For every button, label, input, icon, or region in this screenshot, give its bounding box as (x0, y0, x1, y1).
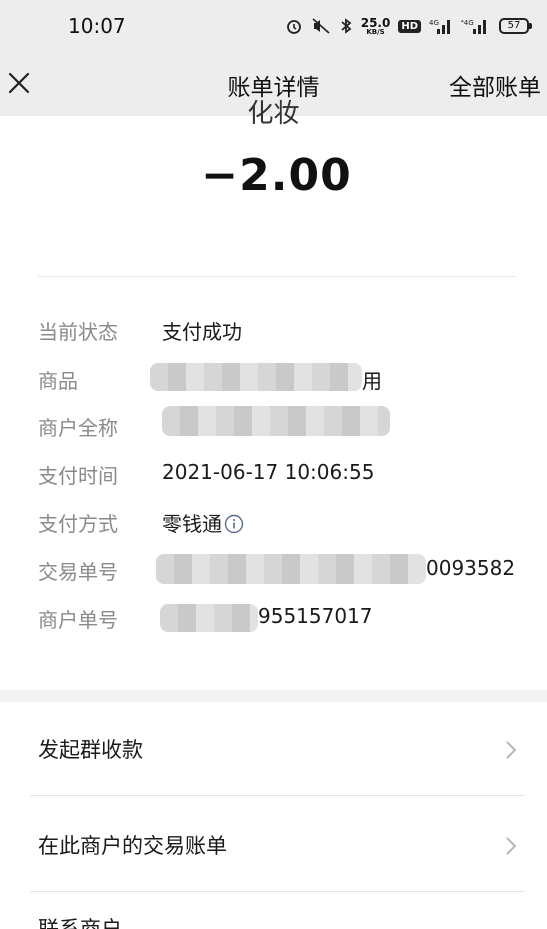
status-icons: 25.0 KB/S HD 4G ⁴4G 57 (285, 14, 532, 38)
list-item-label: 发起群收款 (38, 738, 143, 762)
detail-row-merchant-order-no: 商户单号 955157017 (38, 604, 528, 634)
detail-label: 商户单号 (38, 608, 118, 632)
detail-row-merchant: 商户全称 (38, 406, 528, 442)
chevron-right-icon (506, 741, 517, 759)
detail-row-time: 支付时间 2021-06-17 10:06:55 (38, 460, 528, 490)
detail-label: 交易单号 (38, 560, 118, 584)
hd-badge: HD (398, 19, 421, 33)
payment-method-text: 零钱通 (162, 512, 222, 536)
battery-icon: 57 (499, 18, 532, 34)
mute-vibrate-icon (312, 18, 330, 34)
close-icon[interactable] (6, 70, 32, 96)
detail-value: 零钱通 (162, 508, 244, 537)
signal-4g-icon: 4G (429, 19, 450, 34)
section-divider (0, 690, 547, 702)
detail-row-payment-method: 支付方式 零钱通 (38, 508, 528, 538)
info-icon[interactable] (224, 514, 244, 534)
list-item-group-collect[interactable]: 发起群收款 (30, 702, 525, 796)
amount: −2.00 (201, 150, 352, 201)
detail-value: 用 (362, 369, 382, 393)
detail-row-product: 商品 用 (38, 363, 528, 395)
status-bar: 10:07 25.0 KB/S HD 4G ⁴4G 57 (0, 0, 547, 52)
list-item-merchant-bills[interactable]: 在此商户的交易账单 (30, 798, 525, 892)
redacted-blur (156, 554, 426, 584)
list-item-contact-merchant[interactable]: 联系商户 (38, 916, 122, 929)
detail-label: 商品 (38, 369, 78, 393)
detail-value: 支付成功 (162, 320, 242, 344)
signal-4g-icon: ⁴4G (461, 19, 486, 34)
list-item-label: 在此商户的交易账单 (38, 834, 227, 858)
detail-label: 支付方式 (38, 512, 118, 536)
detail-row-status: 当前状态 支付成功 (38, 316, 528, 346)
svg-text:4G: 4G (429, 19, 439, 27)
redacted-blur (162, 406, 390, 436)
detail-row-transaction-no: 交易单号 0093582 (38, 554, 528, 586)
detail-value: 0093582 (426, 556, 516, 580)
redacted-blur (150, 363, 362, 391)
detail-label: 支付时间 (38, 464, 118, 488)
network-speed: 25.0 KB/S (360, 15, 391, 36)
alarm-icon (286, 20, 301, 34)
chevron-right-icon (506, 837, 517, 855)
detail-label: 当前状态 (38, 320, 118, 344)
merchant-name: 化妆 (247, 99, 300, 126)
redacted-blur (160, 604, 258, 632)
divider (38, 276, 516, 277)
detail-value: 955157017 (258, 604, 373, 628)
svg-text:⁴4G: ⁴4G (461, 19, 474, 27)
status-time: 10:07 (68, 14, 126, 38)
bluetooth-icon (341, 18, 352, 34)
detail-label: 商户全称 (38, 416, 118, 440)
detail-value: 2021-06-17 10:06:55 (162, 460, 375, 484)
